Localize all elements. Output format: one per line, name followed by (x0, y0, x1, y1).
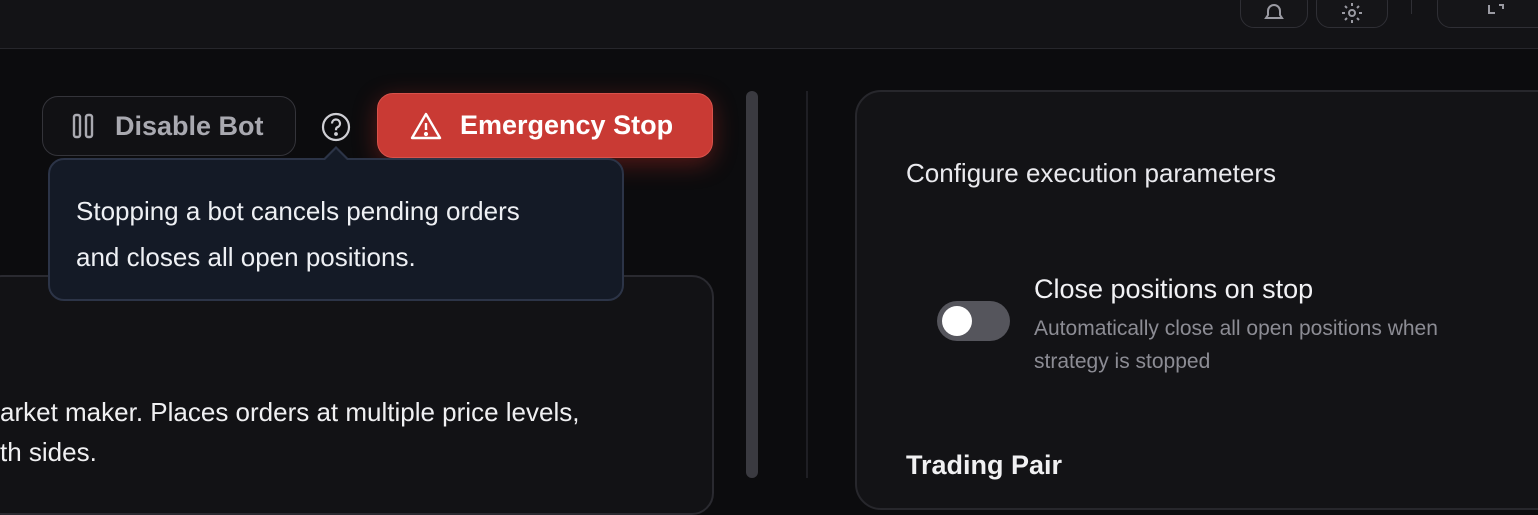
close-positions-toggle[interactable] (937, 301, 1010, 341)
settings-button[interactable] (1316, 0, 1388, 28)
pane-divider[interactable] (806, 91, 808, 478)
tooltip-line: and closes all open positions. (76, 242, 416, 272)
user-icon (1488, 4, 1504, 14)
warning-triangle-icon (410, 112, 442, 139)
toggle-knob (942, 306, 972, 336)
config-subtitle: Configure execution parameters (906, 158, 1276, 188)
tooltip-line: Stopping a bot cancels pending orders (76, 196, 520, 226)
strategy-description-line: arket maker. Places orders at multiple p… (0, 397, 580, 427)
emergency-stop-button[interactable]: Emergency Stop (377, 93, 713, 158)
trading-pair-label: Trading Pair (906, 450, 1063, 480)
emergency-stop-label: Emergency Stop (460, 110, 674, 140)
header-divider (1411, 0, 1412, 14)
top-bar (0, 0, 1538, 49)
tooltip-arrow-fill (325, 149, 347, 160)
account-button[interactable] (1437, 0, 1538, 28)
disable-bot-button[interactable]: Disable Bot (42, 96, 296, 156)
strategy-description-line: th sides. (0, 437, 97, 467)
bell-icon (1264, 4, 1284, 19)
disable-bot-label: Disable Bot (115, 110, 264, 141)
notifications-button[interactable] (1240, 0, 1308, 28)
gear-icon (1342, 3, 1362, 23)
scrollbar-thumb[interactable] (746, 91, 758, 478)
help-button[interactable] (319, 110, 353, 144)
strategy-description: arket maker. Places orders at multiple p… (0, 392, 700, 472)
close-positions-description: Automatically close all open positions w… (1034, 312, 1524, 378)
help-tooltip: Stopping a bot cancels pending orders an… (48, 158, 624, 301)
close-positions-title: Close positions on stop (1034, 274, 1314, 304)
pause-icon (72, 113, 94, 139)
close-positions-description-line: Automatically close all open positions w… (1034, 317, 1438, 340)
question-circle-icon (321, 112, 351, 142)
close-positions-description-line: strategy is stopped (1034, 350, 1211, 373)
